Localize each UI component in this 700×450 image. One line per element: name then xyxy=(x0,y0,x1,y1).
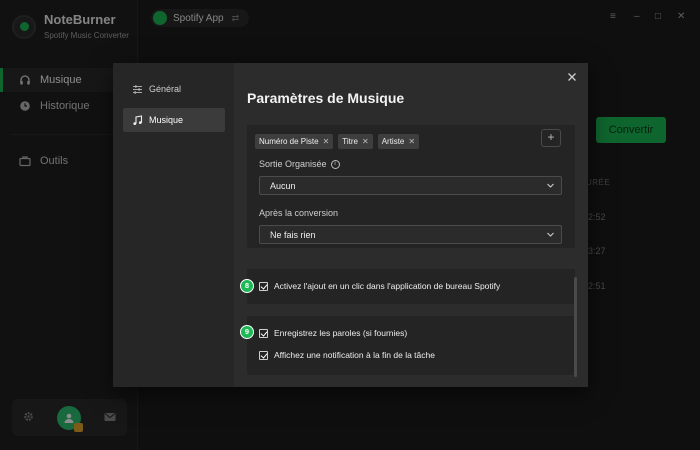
app-window: NoteBurner Spotify Music Converter Musiq… xyxy=(0,0,700,450)
chevron-down-icon xyxy=(547,183,554,188)
output-organized-label: Sortie Organisée i xyxy=(259,159,340,169)
settings-nav: Général Musique xyxy=(113,63,234,387)
output-organized-select[interactable]: Aucun xyxy=(259,176,562,195)
after-conversion-select[interactable]: Ne fais rien xyxy=(259,225,562,244)
close-dialog-icon[interactable] xyxy=(567,69,579,81)
music-settings-panel: Numéro de Piste ✕ Titre ✕ Artiste ✕ + Sorti… xyxy=(247,125,575,248)
settings-content: Paramètres de Musique Numéro de Piste ✕ T… xyxy=(234,63,588,387)
sliders-icon xyxy=(131,83,143,95)
tag-track-number[interactable]: Numéro de Piste ✕ xyxy=(255,133,334,149)
checkbox[interactable] xyxy=(259,281,268,291)
checkbox[interactable] xyxy=(259,350,268,360)
remove-tag-icon[interactable]: ✕ xyxy=(408,137,415,146)
tag-title[interactable]: Titre ✕ xyxy=(338,133,373,149)
extra-options-panel: Enregistrez les paroles (si fournies) Af… xyxy=(247,316,575,375)
tab-label: Musique xyxy=(149,115,184,125)
remove-tag-icon[interactable]: ✕ xyxy=(323,137,330,146)
dialog-title: Paramètres de Musique xyxy=(247,90,405,106)
tag-artist[interactable]: Artiste ✕ xyxy=(377,133,420,149)
info-icon[interactable]: i xyxy=(330,159,340,169)
tab-label: Général xyxy=(149,84,182,94)
checkbox[interactable] xyxy=(259,328,268,338)
step-9-badge: 9 xyxy=(240,325,254,339)
tab-musique[interactable]: Musique xyxy=(123,108,225,132)
add-tag-button[interactable]: + xyxy=(541,129,561,147)
settings-dialog: Général Musique Paramètres de Musique Nu… xyxy=(113,63,588,387)
music-note-icon xyxy=(131,114,143,126)
after-conversion-label: Après la conversion xyxy=(259,208,339,218)
one-click-panel: Activez l'ajout en un clic dans l'applic… xyxy=(247,269,575,304)
step-8-badge: 8 xyxy=(240,279,254,293)
chevron-down-icon xyxy=(547,232,554,237)
save-lyrics-option[interactable]: Enregistrez les paroles (si fournies) xyxy=(259,328,407,338)
notify-on-finish-option[interactable]: Affichez une notification à la fin de la… xyxy=(259,350,435,360)
scrollbar[interactable] xyxy=(574,277,577,377)
one-click-add-option[interactable]: Activez l'ajout en un clic dans l'applic… xyxy=(259,281,500,291)
tab-general[interactable]: Général xyxy=(123,77,225,101)
remove-tag-icon[interactable]: ✕ xyxy=(362,137,369,146)
filename-tags: Numéro de Piste ✕ Titre ✕ Artiste ✕ xyxy=(255,130,536,152)
